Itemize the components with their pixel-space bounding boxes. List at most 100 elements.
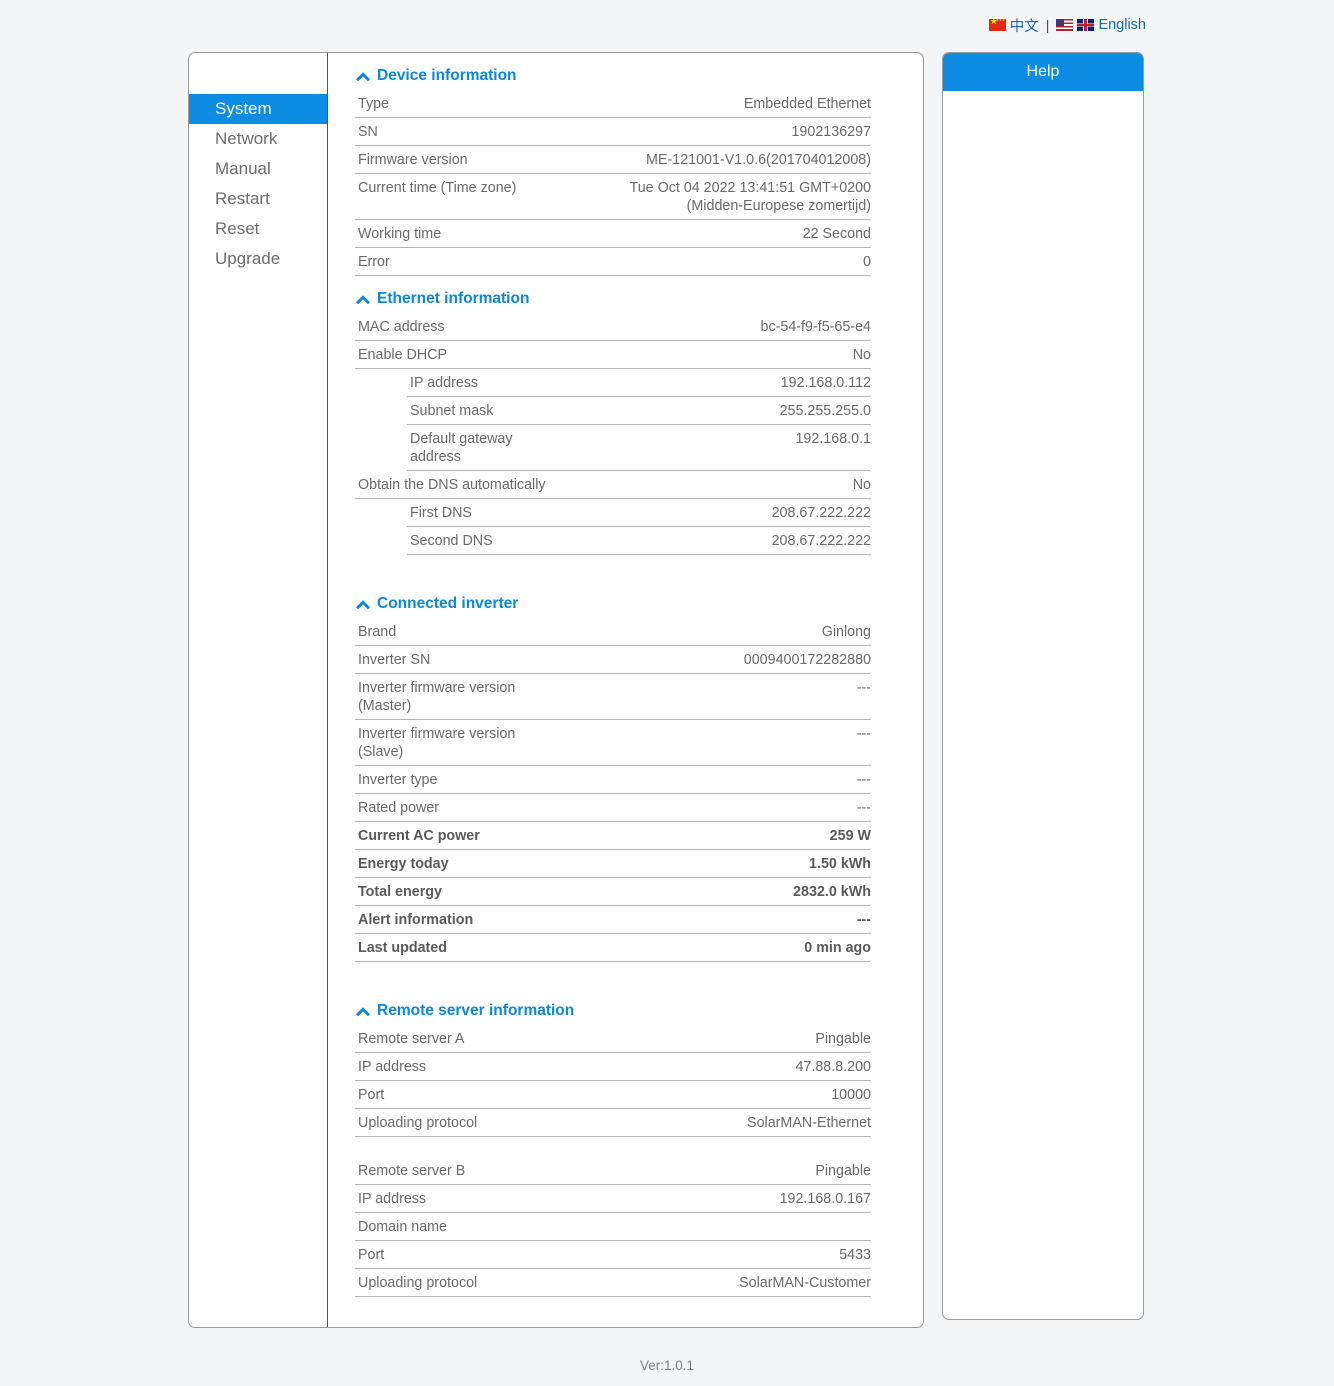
info-row: Remote server B Pingable: [355, 1157, 871, 1185]
section-remote-server-information: Remote server information Remote server …: [355, 988, 871, 1297]
section-header-device-information[interactable]: Device information: [355, 53, 871, 90]
version-label: Ver:1.0.1: [639, 1358, 695, 1373]
row-spacer: [355, 1137, 871, 1157]
info-row-label: Inverter firmware version (Slave): [358, 726, 516, 760]
sidebar-item-system[interactable]: System: [189, 94, 327, 124]
info-row: Inverter type ---: [355, 766, 871, 794]
info-row: Error 0: [355, 248, 871, 276]
info-row: Current time (Time zone) Tue Oct 04 2022 …: [355, 174, 871, 220]
info-row-label: Error: [358, 254, 390, 270]
info-row: Port 10000: [355, 1081, 871, 1109]
info-row-value: ME-121001-V1.0.6(201704012008): [646, 152, 871, 168]
info-row-value: bc-54-f9-f5-65-e4: [760, 319, 871, 335]
section-header-remote-server-information[interactable]: Remote server information: [355, 988, 871, 1025]
info-row-label: Alert information: [358, 912, 474, 928]
section-header-connected-inverter[interactable]: Connected inverter: [355, 581, 871, 618]
info-row-value: 255.255.255.0: [779, 403, 871, 419]
info-row-label: MAC address: [358, 319, 445, 335]
info-row: Port 5433: [355, 1241, 871, 1269]
info-row-value: 0009400172282880: [743, 652, 871, 668]
info-row-label: Remote server B: [358, 1163, 466, 1179]
rows-connected-inverter: Brand Ginlong Inverter SN 0009400172282880 I…: [355, 618, 871, 962]
info-row-label: Last updated: [358, 940, 447, 956]
info-row-label: Subnet mask: [410, 403, 494, 419]
info-row: Firmware version ME-121001-V1.0.6(2017040…: [355, 146, 871, 174]
info-row: Inverter firmware version (Slave) ---: [355, 720, 871, 766]
info-row: Uploading protocol SolarMAN-Customer: [355, 1269, 871, 1297]
info-row: IP address 192.168.0.112: [407, 369, 871, 397]
info-row-value: 192.168.0.1: [795, 431, 871, 447]
info-row: Obtain the DNS automatically No: [355, 471, 871, 499]
info-row-value: SolarMAN-Customer: [739, 1275, 871, 1291]
info-row-label: Domain name: [358, 1219, 447, 1235]
info-row: Energy today 1.50 kWh: [355, 850, 871, 878]
language-link-english[interactable]: English: [1056, 17, 1146, 33]
info-row-label: Type: [358, 96, 389, 112]
help-panel: Help: [942, 52, 1144, 1320]
info-row-value: 192.168.0.112: [780, 375, 871, 391]
info-row: Working time 22 Second: [355, 220, 871, 248]
sidebar-item-network[interactable]: Network: [189, 124, 327, 154]
info-row: Brand Ginlong: [355, 618, 871, 646]
language-separator: |: [1045, 17, 1050, 33]
sidebar-item-manual[interactable]: Manual: [189, 154, 327, 184]
info-row: Second DNS 208.67.222.222: [407, 527, 871, 555]
info-row-label: IP address: [358, 1191, 427, 1207]
info-row-value: 5433: [839, 1247, 871, 1263]
info-row-value: 2832.0 kWh: [793, 884, 871, 900]
info-row-label: Inverter firmware version (Master): [358, 680, 516, 714]
language-link-chinese[interactable]: 中文: [988, 15, 1039, 36]
chevron-up-icon: [355, 599, 371, 610]
chevron-up-icon: [355, 1006, 371, 1017]
info-row-label: First DNS: [410, 505, 472, 521]
sidebar-item-restart[interactable]: Restart: [189, 184, 327, 214]
help-panel-body: [943, 91, 1143, 111]
section-connected-inverter: Connected inverter Brand Ginlong Inverter …: [355, 581, 871, 962]
section-title: Remote server information: [377, 1002, 575, 1019]
sidebar-item-label: Network: [215, 129, 278, 148]
info-row: MAC address bc-54-f9-f5-65-e4: [355, 313, 871, 341]
info-row-value: 47.88.8.200: [795, 1059, 871, 1075]
info-row: Inverter firmware version (Master) ---: [355, 674, 871, 720]
sidebar-item-reset[interactable]: Reset: [189, 214, 327, 244]
info-row-label: Enable DHCP: [358, 347, 447, 363]
section-header-ethernet-information[interactable]: Ethernet information: [355, 276, 871, 313]
info-row-label: Obtain the DNS automatically: [358, 477, 546, 493]
info-row-label: Inverter SN: [358, 652, 431, 668]
sidebar-item-upgrade[interactable]: Upgrade: [189, 244, 327, 274]
info-row-label: Second DNS: [410, 533, 493, 549]
info-row-value: 192.168.0.167: [779, 1191, 871, 1207]
content-area: Device information Type Embedded Ethernet…: [328, 53, 923, 1327]
info-row-value: 0 min ago: [804, 940, 871, 956]
info-row-value: Pingable: [815, 1163, 871, 1179]
info-row-value: 0: [863, 254, 871, 270]
section-ethernet-information: Ethernet information MAC address bc-54-f9…: [355, 276, 871, 555]
info-row-value: No: [852, 347, 871, 363]
info-row-label: Current AC power: [358, 828, 480, 844]
chevron-up-icon: [355, 71, 371, 82]
info-row: SN 1902136297: [355, 118, 871, 146]
info-row: Rated power ---: [355, 794, 871, 822]
info-row-value: Embedded Ethernet: [743, 96, 871, 112]
info-row-value: 259 W: [829, 828, 871, 844]
info-row-value: ---: [856, 680, 871, 696]
section-title: Ethernet information: [377, 290, 530, 307]
rows-ethernet-information: MAC address bc-54-f9-f5-65-e4 Enable DHCP N…: [355, 313, 871, 555]
info-row: Subnet mask 255.255.255.0: [407, 397, 871, 425]
section-title: Connected inverter: [377, 595, 519, 612]
info-row: Domain name: [355, 1213, 871, 1241]
info-row-value: ---: [856, 912, 871, 928]
info-row: Total energy 2832.0 kWh: [355, 878, 871, 906]
info-row-label: Total energy: [358, 884, 442, 900]
info-row: First DNS 208.67.222.222: [407, 499, 871, 527]
info-row-value: SolarMAN-Ethernet: [747, 1115, 871, 1131]
main-panel: System Network Manual Restart Reset Upgrade D…: [188, 52, 924, 1328]
sidebar-item-label: Reset: [215, 219, 260, 238]
info-row-label: SN: [358, 124, 378, 140]
china-flag-icon: [988, 19, 1006, 31]
info-row-label: Remote server A: [358, 1031, 465, 1047]
help-panel-title: Help: [943, 53, 1143, 91]
info-row: Default gateway address 192.168.0.1: [407, 425, 871, 471]
info-row-value: Ginlong: [821, 624, 871, 640]
info-row: Alert information ---: [355, 906, 871, 934]
